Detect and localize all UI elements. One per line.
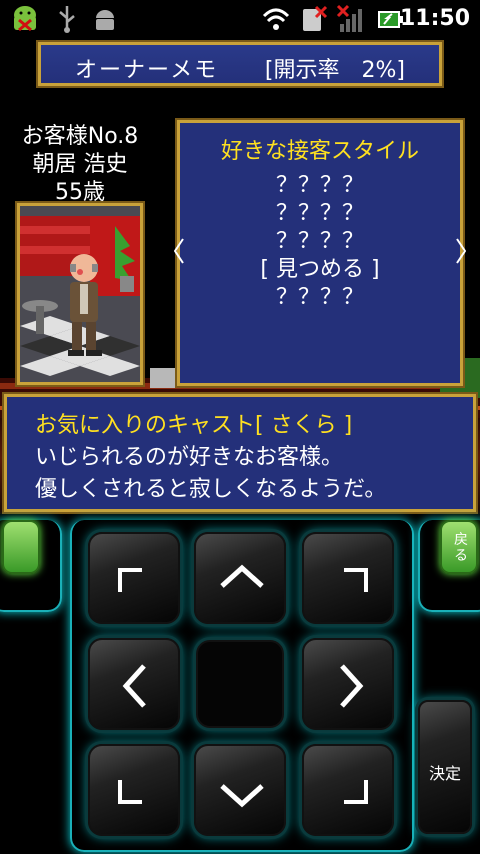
up-button[interactable]: [194, 532, 286, 624]
android-icon: [96, 10, 114, 30]
menu-button[interactable]: [2, 520, 40, 574]
down-left-button[interactable]: [88, 744, 180, 836]
description-line: 優しくされると寂しくなるようだ。: [35, 477, 387, 502]
no-sim-icon: [303, 5, 328, 31]
left-arrow-icon: [122, 664, 146, 708]
style-item: ？？？？: [275, 285, 364, 310]
down-right-arrow-icon: [344, 780, 368, 804]
up-right-button[interactable]: [302, 532, 394, 624]
signal-icon: [336, 4, 362, 32]
disclosure-rate: [開示率 2%]: [264, 58, 405, 83]
down-arrow-icon: [220, 784, 264, 808]
up-left-button[interactable]: [88, 532, 180, 624]
down-right-button[interactable]: [302, 744, 394, 836]
usb-icon: [59, 6, 75, 33]
down-button[interactable]: [194, 744, 286, 836]
description-line: いじられるのが好きなお客様。: [35, 445, 344, 470]
back-label: 戻る: [454, 532, 468, 564]
right-button[interactable]: [302, 638, 394, 730]
customer-portrait: [15, 201, 145, 387]
up-left-arrow-icon: [118, 568, 142, 592]
page-right-arrow-icon[interactable]: [456, 238, 466, 264]
favorite-service-style-panel: 好きな接客スタイル ？？？？ ？？？？ ？？？？ [ 見つめる ] ？？？？: [174, 118, 466, 388]
up-right-arrow-icon: [344, 568, 368, 592]
customer-age: 55歳: [55, 180, 105, 205]
game-scene: オーナーメモ [開示率 2%] お客様No.8 朝居 浩史 55歳 好きな接客ス…: [0, 38, 480, 514]
memo-title: オーナーメモ: [75, 58, 219, 83]
page-left-arrow-icon[interactable]: [174, 238, 184, 264]
status-bar: 11:50: [0, 0, 480, 38]
clock: 11:50: [399, 6, 470, 31]
wifi-icon: [262, 8, 290, 30]
confirm-label: 決定: [428, 764, 461, 783]
favorite-cast-line: お気に入りのキャスト[ さくら ]: [35, 413, 353, 438]
center-button[interactable]: [196, 640, 284, 728]
back-button[interactable]: 戻る: [440, 520, 478, 574]
style-heading: 好きな接客スタイル: [220, 139, 419, 164]
owner-memo-title-bar: オーナーメモ [開示率 2%]: [36, 40, 444, 88]
left-button[interactable]: [88, 638, 180, 730]
up-arrow-icon: [220, 564, 264, 588]
down-left-arrow-icon: [118, 780, 142, 804]
message-window: お気に入りのキャスト[ さくら ] いじられるのが好きなお客様。 優しくされると…: [2, 392, 478, 514]
customer-sprite: [20, 206, 140, 382]
confirm-button[interactable]: 決定: [418, 700, 472, 834]
right-arrow-icon: [340, 664, 364, 708]
android-debug-icon: [14, 6, 36, 32]
